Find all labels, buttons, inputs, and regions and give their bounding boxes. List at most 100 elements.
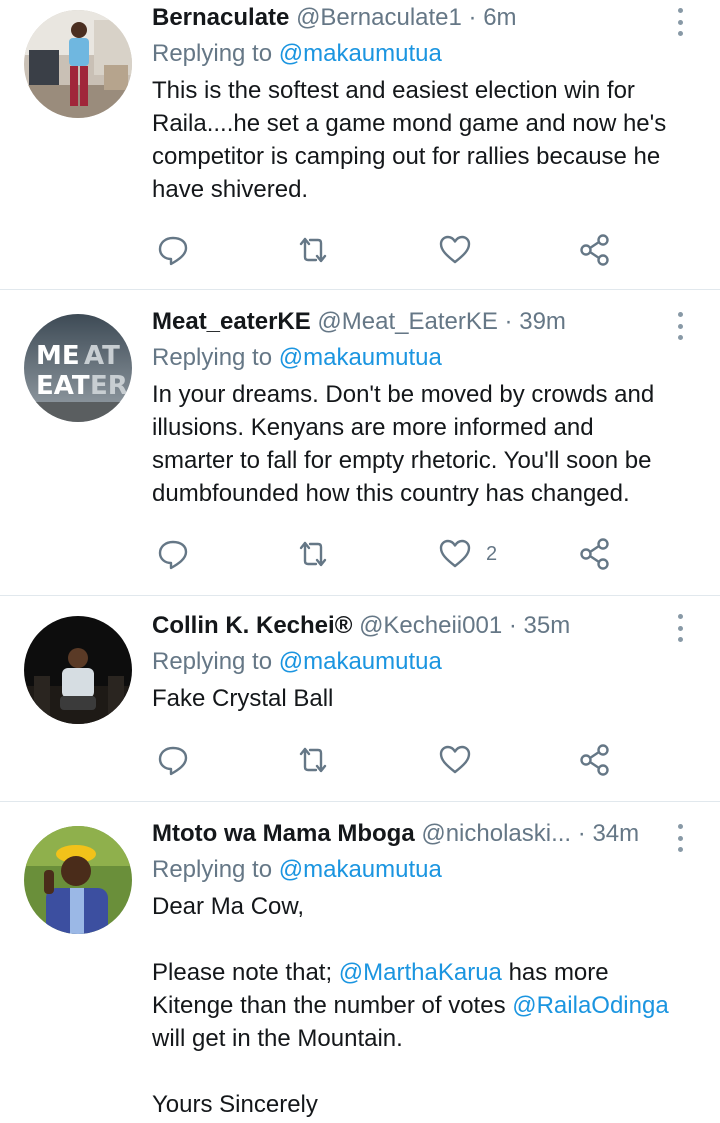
- retweet-icon: [299, 237, 327, 263]
- share-icon: [580, 234, 609, 266]
- heart-icon: [439, 235, 471, 264]
- reply-mention-link[interactable]: @makaumutua: [279, 648, 442, 675]
- retweet-icon: [299, 541, 327, 567]
- like-count: 2: [486, 542, 498, 565]
- tweet-actions: 2: [152, 534, 622, 574]
- tweet-text-line: Please note that; @MarthaKarua has more: [152, 956, 672, 989]
- text-segment: Kitenge than the number of votes: [152, 992, 513, 1019]
- tweet-text-line: Raila....he set a game mond game and now…: [152, 110, 667, 137]
- share-button[interactable]: [578, 740, 612, 780]
- share-button[interactable]: [578, 230, 612, 270]
- retweet-button[interactable]: [296, 534, 330, 574]
- tweet-actions: [152, 230, 622, 270]
- display-name[interactable]: Meat_eaterKE: [152, 308, 311, 335]
- reply-mention-link[interactable]: @makaumutua: [279, 40, 442, 67]
- reply-mention-link[interactable]: @makaumutua: [279, 856, 442, 883]
- avatar-image: [24, 10, 132, 118]
- tweet-actions: [152, 740, 622, 780]
- separator: ·: [577, 820, 586, 847]
- heart-icon: [439, 745, 471, 774]
- tweet-3[interactable]: Collin K. Kechei® @Kecheii001 · 35m Repl…: [0, 596, 720, 802]
- tweet-text-line: illusions. Kenyans are more informed and: [152, 414, 594, 441]
- handle[interactable]: @Meat_EaterKE: [317, 308, 497, 335]
- more-options-icon[interactable]: [670, 614, 690, 642]
- share-button[interactable]: [578, 534, 612, 574]
- avatar-logo-text: AT: [84, 341, 120, 371]
- avatar[interactable]: [24, 616, 132, 724]
- separator: ·: [504, 308, 513, 335]
- avatar[interactable]: ME AT EAT ER: [24, 314, 132, 422]
- text-segment: has more: [501, 959, 609, 986]
- handle[interactable]: @nicholaski...: [421, 820, 571, 847]
- tweet-closing: Yours Sincerely: [152, 1091, 318, 1118]
- handle[interactable]: @Kecheii001: [359, 612, 502, 639]
- tweet-text-line: In your dreams. Don't be moved by crowds…: [152, 381, 655, 408]
- reply-button[interactable]: [156, 740, 190, 780]
- tweet-header: Mtoto wa Mama Mboga @nicholaski... · 34m: [152, 818, 672, 850]
- avatar-image: [24, 616, 132, 724]
- display-name[interactable]: Collin K. Kechei®: [152, 612, 352, 639]
- replying-to: Replying to @makaumutua: [152, 854, 672, 886]
- timestamp[interactable]: 6m: [483, 4, 516, 31]
- avatar-image: ME AT EAT ER: [24, 314, 132, 422]
- display-name[interactable]: Mtoto wa Mama Mboga: [152, 820, 415, 847]
- avatar[interactable]: [24, 826, 132, 934]
- tweet-text-line: This is the softest and easiest election…: [152, 77, 635, 104]
- share-icon: [580, 538, 609, 570]
- tweet-text: Dear Ma Cow, Please note that; @MarthaKa…: [152, 890, 672, 1121]
- reply-mention-link[interactable]: @makaumutua: [279, 344, 442, 371]
- replying-to: Replying to @makaumutua: [152, 38, 672, 70]
- avatar-logo-text: ME: [36, 341, 80, 371]
- tweet-1[interactable]: Bernaculate @Bernaculate1 · 6m Replying …: [0, 0, 720, 290]
- retweet-button[interactable]: [296, 230, 330, 270]
- tweet-text-line: have shivered.: [152, 176, 309, 203]
- mention-link-railaodinga[interactable]: @RailaOdinga: [512, 992, 668, 1019]
- text-segment: Please note that;: [152, 959, 339, 986]
- like-button[interactable]: [438, 740, 472, 780]
- avatar-logo-text: ER: [90, 371, 128, 401]
- tweet-text: Fake Crystal Ball: [152, 682, 672, 715]
- replying-to-prefix: Replying to: [152, 344, 273, 371]
- reply-button[interactable]: [156, 230, 190, 270]
- more-options-icon[interactable]: [670, 312, 690, 340]
- separator: ·: [508, 612, 517, 639]
- replying-to-prefix: Replying to: [152, 856, 273, 883]
- tweet-text-line: Fake Crystal Ball: [152, 685, 334, 712]
- like-button[interactable]: 2: [438, 534, 497, 574]
- tweet-text-line: Kitenge than the number of votes @RailaO…: [152, 989, 672, 1022]
- tweet-text-line: smarter to fall for empty rhetoric. You'…: [152, 447, 652, 474]
- more-options-icon[interactable]: [670, 824, 690, 852]
- handle[interactable]: @Bernaculate1: [296, 4, 462, 31]
- tweet-header: Bernaculate @Bernaculate1 · 6m: [152, 2, 672, 34]
- replying-to-prefix: Replying to: [152, 40, 273, 67]
- separator: ·: [468, 4, 477, 31]
- tweet-text: This is the softest and easiest election…: [152, 74, 672, 206]
- replying-to: Replying to @makaumutua: [152, 646, 672, 678]
- replying-to: Replying to @makaumutua: [152, 342, 672, 374]
- replying-to-prefix: Replying to: [152, 648, 273, 675]
- tweet-text-line: will get in the Mountain.: [152, 1025, 403, 1052]
- avatar-image: [24, 826, 132, 934]
- tweet-text-line: competitor is camping out for rallies be…: [152, 143, 661, 170]
- timestamp[interactable]: 34m: [592, 820, 639, 847]
- retweet-button[interactable]: [296, 740, 330, 780]
- display-name[interactable]: Bernaculate: [152, 4, 289, 31]
- tweet-greeting: Dear Ma Cow,: [152, 893, 305, 920]
- like-button[interactable]: [438, 230, 472, 270]
- more-options-icon[interactable]: [670, 8, 690, 36]
- timestamp[interactable]: 35m: [524, 612, 571, 639]
- tweet-2[interactable]: ME AT EAT ER Meat_eaterKE @Meat_EaterKE …: [0, 290, 720, 596]
- reply-button[interactable]: [156, 534, 190, 574]
- tweet-header: Collin K. Kechei® @Kecheii001 · 35m: [152, 610, 672, 642]
- reply-icon: [158, 540, 188, 570]
- timestamp[interactable]: 39m: [519, 308, 566, 335]
- tweet-text-line: dumbfounded how this country has changed…: [152, 480, 630, 507]
- tweet-text: In your dreams. Don't be moved by crowds…: [152, 378, 672, 510]
- avatar-logo-text: EAT: [36, 371, 90, 401]
- tweet-4[interactable]: Mtoto wa Mama Mboga @nicholaski... · 34m…: [0, 802, 720, 1123]
- tweet-header: Meat_eaterKE @Meat_EaterKE · 39m: [152, 306, 672, 338]
- avatar[interactable]: [24, 10, 132, 118]
- reply-icon: [158, 236, 188, 266]
- mention-link-marthakarua[interactable]: @MarthaKarua: [339, 959, 502, 986]
- share-icon: [580, 744, 609, 776]
